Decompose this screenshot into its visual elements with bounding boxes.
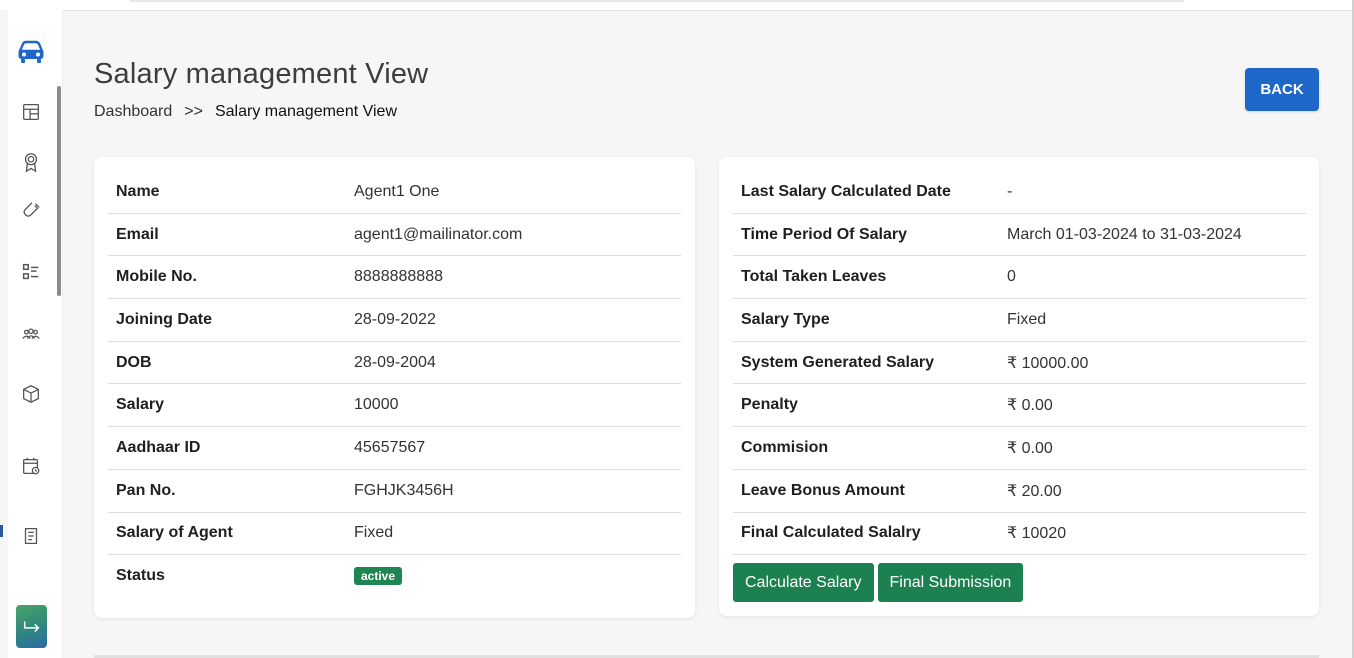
row-value: March 01-03-2024 to 31-03-2024 (999, 213, 1306, 257)
table-row: Penalty ₹ 0.00 (733, 383, 1306, 428)
status-badge: active (354, 567, 403, 586)
table-row: Salary of Agent Fixed (108, 512, 681, 556)
row-label: Commision (733, 426, 999, 470)
table-row: Mobile No. 8888888888 (108, 255, 681, 300)
table-row: Last Salary Calculated Date - (733, 171, 1306, 214)
row-value: 8888888888 (346, 255, 681, 300)
document-icon[interactable] (18, 523, 44, 549)
row-value: agent1@mailinator.com (346, 213, 681, 257)
row-label: Final Calculated Salalry (733, 512, 999, 556)
row-label: Time Period Of Salary (733, 213, 999, 257)
salary-details-table: Last Salary Calculated Date - Time Period… (733, 171, 1306, 556)
row-value: 28-09-2022 (346, 298, 681, 342)
sidebar-scrollbar[interactable] (57, 86, 61, 296)
row-value: Fixed (346, 512, 681, 556)
row-label: Salary of Agent (108, 512, 346, 556)
back-button[interactable]: BACK (1245, 68, 1319, 111)
table-row: Name Agent1 One (108, 171, 681, 214)
row-value: ₹ 10000.00 (999, 341, 1306, 385)
row-value: ₹ 20.00 (999, 469, 1306, 513)
row-value: 45657567 (346, 426, 681, 470)
table-row: Joining Date 28-09-2022 (108, 298, 681, 342)
agent-details-card: Name Agent1 One Email agent1@mailinator.co… (94, 157, 695, 618)
row-value: - (999, 171, 1306, 214)
breadcrumb: Dashboard >> Salary management View (94, 103, 397, 121)
logout-icon[interactable] (16, 605, 47, 648)
row-label: Status (116, 567, 165, 585)
calculate-salary-button[interactable]: Calculate Salary (733, 563, 874, 602)
row-label: Aadhaar ID (108, 426, 346, 470)
row-label: Last Salary Calculated Date (733, 171, 999, 214)
top-bar (0, 0, 1354, 11)
row-value: FGHJK3456H (346, 469, 681, 513)
row-label: Leave Bonus Amount (733, 469, 999, 513)
dashboard-icon[interactable] (18, 99, 44, 125)
table-row: Email agent1@mailinator.com (108, 213, 681, 257)
table-row: System Generated Salary ₹ 10000.00 (733, 341, 1306, 385)
row-label: Mobile No. (108, 255, 346, 300)
row-label: Email (108, 213, 346, 257)
final-submission-button[interactable]: Final Submission (877, 563, 1024, 602)
table-row: Aadhaar ID 45657567 (108, 426, 681, 470)
row-value: 10000 (346, 383, 681, 428)
agent-details-table: Name Agent1 One Email agent1@mailinator.co… (108, 171, 681, 597)
table-row: Status active (108, 555, 681, 597)
row-value: 0 (999, 255, 1306, 300)
row-label: Total Taken Leaves (733, 255, 999, 300)
breadcrumb-dashboard-link[interactable]: Dashboard (94, 103, 172, 121)
table-row: Salary 10000 (108, 383, 681, 428)
row-value: ₹ 0.00 (999, 383, 1306, 428)
table-row: Leave Bonus Amount ₹ 20.00 (733, 469, 1306, 513)
page-title: Salary management View (94, 58, 429, 90)
award-icon[interactable] (18, 149, 44, 175)
table-row: DOB 28-09-2004 (108, 341, 681, 385)
calendar-icon[interactable] (18, 453, 44, 479)
table-row: Time Period Of Salary March 01-03-2024 to… (733, 213, 1306, 257)
table-row: Salary Type Fixed (733, 298, 1306, 342)
row-label: DOB (108, 341, 346, 385)
salary-details-card: Last Salary Calculated Date - Time Period… (719, 157, 1319, 616)
row-label: System Generated Salary (733, 341, 999, 385)
checklist-icon[interactable] (18, 259, 44, 285)
sidebar (0, 10, 63, 658)
breadcrumb-current: Salary management View (214, 103, 397, 120)
breadcrumb-separator: >> (184, 103, 203, 120)
car-logo-icon[interactable] (15, 35, 47, 67)
team-icon[interactable] (18, 321, 44, 347)
package-icon[interactable] (18, 381, 44, 407)
table-row: Total Taken Leaves 0 (733, 255, 1306, 300)
row-label: Joining Date (108, 298, 346, 342)
row-label: Penalty (733, 383, 999, 428)
table-row: Commision ₹ 0.00 (733, 426, 1306, 470)
magnet-icon[interactable] (18, 199, 44, 225)
row-value: Fixed (999, 298, 1306, 342)
table-row: Pan No. FGHJK3456H (108, 469, 681, 513)
row-label: Salary Type (733, 298, 999, 342)
row-value: Agent1 One (346, 171, 681, 214)
row-label: Salary (108, 383, 346, 428)
row-value: ₹ 10020 (999, 512, 1306, 556)
row-value: 28-09-2004 (346, 341, 681, 385)
row-label: Name (108, 171, 346, 214)
salary-actions: Calculate Salary Final Submission (733, 563, 1024, 602)
row-value: ₹ 0.00 (999, 426, 1306, 470)
row-label: Pan No. (108, 469, 346, 513)
table-row: Final Calculated Salalry ₹ 10020 (733, 512, 1306, 556)
